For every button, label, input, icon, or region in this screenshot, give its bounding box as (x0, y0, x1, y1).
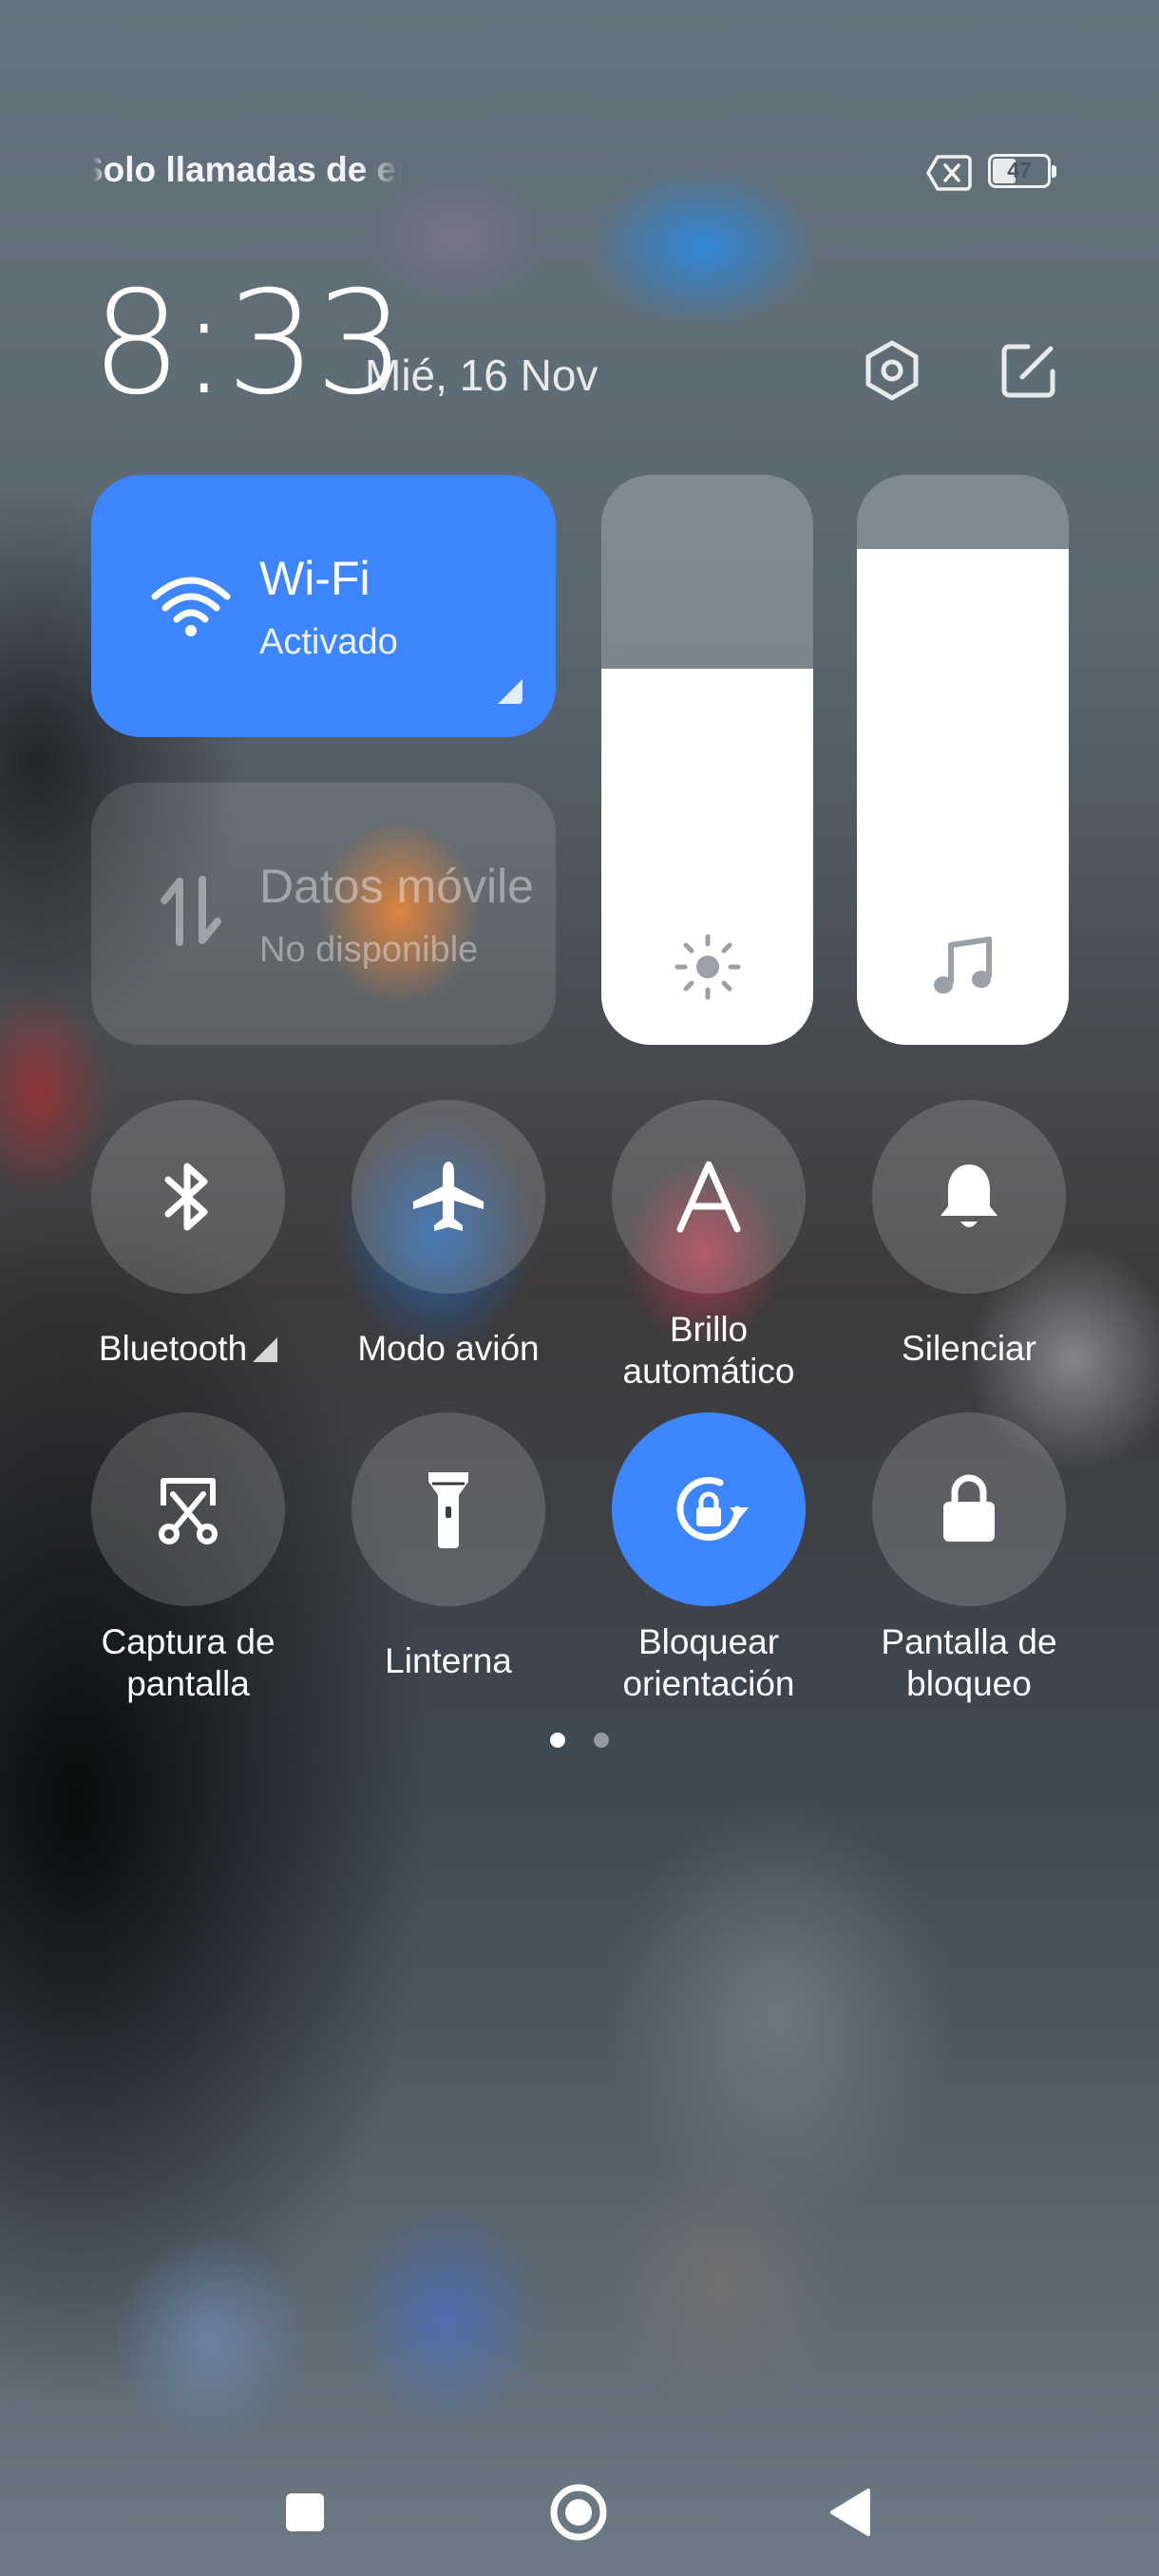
toggle-airplane-mode[interactable]: Modo avión (334, 1100, 562, 1370)
bluetooth-label: Bluetooth (74, 1328, 302, 1370)
sim-missing-icon (926, 155, 972, 191)
rotation-lock-label: Bloquear orientación (622, 1622, 795, 1703)
mobile-data-title: Datos móviles (259, 860, 535, 913)
toggle-bluetooth[interactable]: Bluetooth (74, 1100, 302, 1370)
mobile-data-status: No disponible (259, 930, 479, 970)
bluetooth-expand-icon (253, 1337, 278, 1362)
toggle-flashlight[interactable]: Linterna (334, 1412, 562, 1682)
rotation-lock-icon (676, 1477, 749, 1541)
toggle-auto-brightness[interactable]: Brillo automático (595, 1100, 823, 1392)
airplane-mode-label: Modo avión (357, 1329, 540, 1368)
expand-corner-icon (498, 679, 522, 704)
lock-icon (943, 1474, 995, 1542)
mute-label: Silenciar (902, 1329, 1036, 1368)
wifi-tile[interactable]: Wi-Fi Activado (91, 475, 556, 737)
lock-screen-label: Pantalla de bloqueo (881, 1622, 1057, 1703)
sun-icon (674, 934, 740, 1000)
recents-button[interactable] (262, 2470, 348, 2555)
toggle-mute[interactable]: Silenciar (855, 1100, 1083, 1370)
battery-icon: 47 (988, 154, 1056, 188)
mobile-data-tile[interactable]: Datos móviles No disponible (91, 783, 556, 1045)
brightness-slider[interactable] (601, 475, 813, 1045)
page-indicator (0, 1733, 1159, 1748)
toggle-screenshot[interactable]: Captura de pantalla (74, 1412, 302, 1705)
bluetooth-icon (164, 1163, 208, 1231)
flashlight-button[interactable] (352, 1412, 545, 1606)
flashlight-label: Linterna (385, 1641, 512, 1680)
date-label: Mié, 16 Nov (365, 350, 598, 400)
mobile-data-icon (161, 876, 221, 946)
lock-screen-button[interactable] (872, 1412, 1066, 1606)
page-dot-1 (550, 1733, 565, 1748)
auto-brightness-icon (676, 1161, 741, 1233)
toggle-rotation-lock[interactable]: Bloquear orientación (595, 1412, 823, 1705)
home-button[interactable] (536, 2470, 621, 2555)
gear-icon (865, 340, 919, 401)
screenshot-icon (159, 1478, 218, 1544)
mute-button[interactable] (872, 1100, 1066, 1294)
settings-button[interactable] (854, 332, 930, 408)
rotation-lock-button[interactable] (612, 1412, 806, 1606)
auto-brightness-label: Brillo automático (622, 1310, 795, 1391)
back-button[interactable] (808, 2470, 893, 2555)
battery-percentage: 47 (1007, 158, 1032, 182)
status-bar: Solo llamadas de emergencia 47 (0, 142, 1159, 205)
bell-icon (940, 1165, 998, 1227)
flashlight-icon (428, 1472, 468, 1548)
bluetooth-button[interactable] (91, 1100, 285, 1294)
edit-icon (1001, 344, 1055, 398)
carrier-status-text: Solo llamadas de emergencia (93, 150, 402, 189)
volume-slider[interactable] (857, 475, 1069, 1045)
auto-brightness-button[interactable] (612, 1100, 806, 1294)
page-dot-2 (594, 1733, 609, 1748)
wifi-icon (151, 577, 231, 636)
airplane-icon (413, 1162, 484, 1231)
music-note-icon (933, 937, 992, 994)
triangle-back-icon (830, 2489, 870, 2536)
screenshot-button[interactable] (91, 1412, 285, 1606)
airplane-mode-button[interactable] (352, 1100, 545, 1294)
toggle-lock-screen[interactable]: Pantalla de bloqueo (855, 1412, 1083, 1705)
screenshot-label: Captura de pantalla (101, 1622, 276, 1703)
wifi-tile-title: Wi-Fi (259, 552, 370, 605)
wifi-tile-status: Activado (259, 622, 398, 662)
clock-time: 8:33 (91, 261, 406, 426)
edit-button[interactable] (991, 332, 1067, 408)
circle-icon (550, 2484, 607, 2541)
square-icon (286, 2493, 324, 2531)
